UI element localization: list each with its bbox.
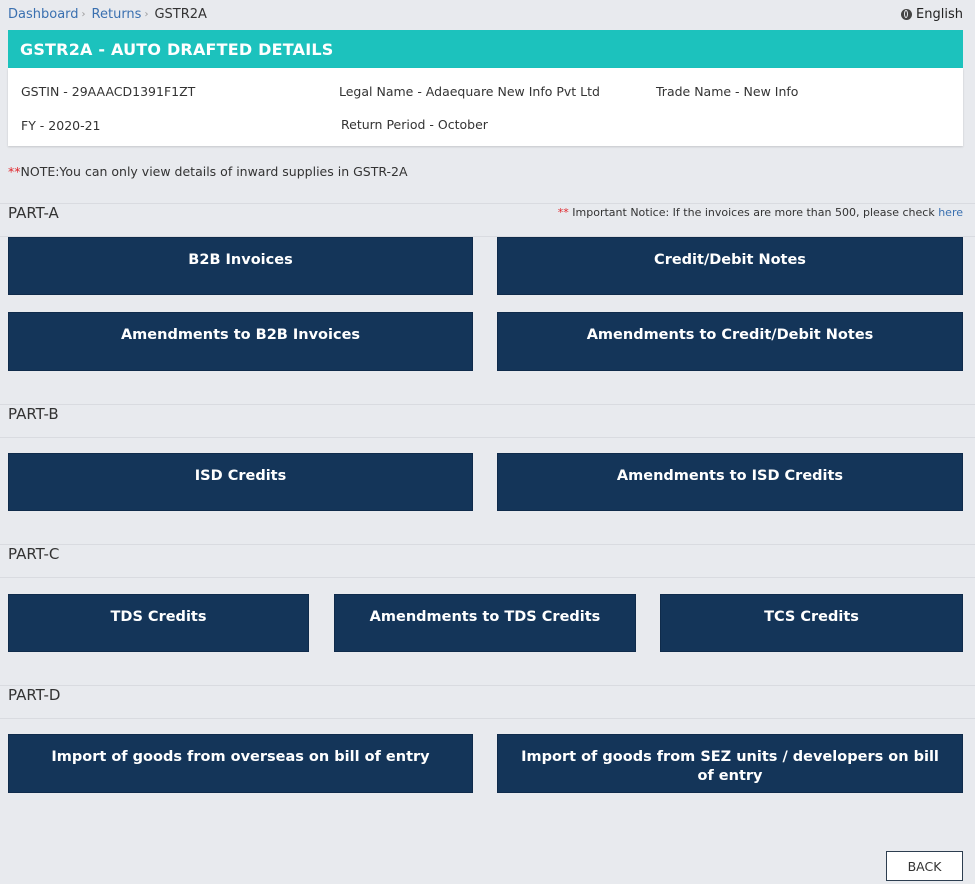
- isd-credits-button[interactable]: ISD Credits: [8, 453, 473, 511]
- breadcrumb-separator: ›: [81, 9, 86, 20]
- amendments-tds-credits-button[interactable]: Amendments to TDS Credits: [334, 594, 636, 652]
- trade-name-text: Trade Name - New Info: [656, 84, 799, 99]
- part-a-title: PART-A: [8, 204, 59, 222]
- notice-here-link[interactable]: here: [938, 206, 963, 219]
- breadcrumb-dashboard-link[interactable]: Dashboard: [8, 7, 79, 22]
- note-text: NOTE:You can only view details of inward…: [20, 164, 408, 179]
- notice-text: Important Notice: If the invoices are mo…: [568, 206, 939, 219]
- b2b-invoices-button[interactable]: B2B Invoices: [8, 237, 473, 295]
- breadcrumb-returns-link[interactable]: Returns: [92, 7, 142, 22]
- tcs-credits-button[interactable]: TCS Credits: [660, 594, 963, 652]
- credit-debit-notes-button[interactable]: Credit/Debit Notes: [497, 237, 963, 295]
- important-notice: ** Important Notice: If the invoices are…: [558, 206, 963, 219]
- amendments-credit-debit-notes-button[interactable]: Amendments to Credit/Debit Notes: [497, 312, 963, 371]
- globe-icon: [901, 9, 913, 20]
- language-label: English: [916, 7, 963, 22]
- gstin-text: GSTIN - 29AAACD1391F1ZT: [21, 84, 196, 99]
- part-d-title: PART-D: [8, 686, 61, 704]
- back-button[interactable]: BACK: [886, 851, 963, 881]
- notice-stars: **: [557, 206, 569, 219]
- part-c-title: PART-C: [8, 545, 60, 563]
- page-title: GSTR2A - AUTO DRAFTED DETAILS: [8, 30, 963, 68]
- fy-text: FY - 2020-21: [21, 118, 101, 133]
- language-selector[interactable]: English: [901, 7, 963, 22]
- part-c-header: PART-C: [0, 544, 975, 578]
- taxpayer-details-panel: GSTIN - 29AAACD1391F1ZT Legal Name - Ada…: [8, 68, 963, 146]
- import-goods-overseas-button[interactable]: Import of goods from overseas on bill of…: [8, 734, 473, 793]
- legal-name-text: Legal Name - Adaequare New Info Pvt Ltd: [339, 84, 600, 99]
- breadcrumb: Dashboard › Returns › GSTR2A: [8, 7, 207, 22]
- part-b-header: PART-B: [0, 404, 975, 438]
- part-b-title: PART-B: [8, 405, 59, 423]
- part-d-header: PART-D: [0, 685, 975, 719]
- inward-supplies-note: **NOTE:You can only view details of inwa…: [8, 164, 408, 179]
- top-bar: Dashboard › Returns › GSTR2A English: [0, 0, 975, 30]
- breadcrumb-current: GSTR2A: [154, 7, 207, 22]
- return-period-text: Return Period - October: [341, 117, 488, 132]
- amendments-b2b-invoices-button[interactable]: Amendments to B2B Invoices: [8, 312, 473, 371]
- breadcrumb-separator: ›: [144, 9, 149, 20]
- note-stars: **: [8, 164, 21, 179]
- import-goods-sez-button[interactable]: Import of goods from SEZ units / develop…: [497, 734, 963, 793]
- part-a-header: PART-A ** Important Notice: If the invoi…: [0, 203, 975, 237]
- tds-credits-button[interactable]: TDS Credits: [8, 594, 309, 652]
- amendments-isd-credits-button[interactable]: Amendments to ISD Credits: [497, 453, 963, 511]
